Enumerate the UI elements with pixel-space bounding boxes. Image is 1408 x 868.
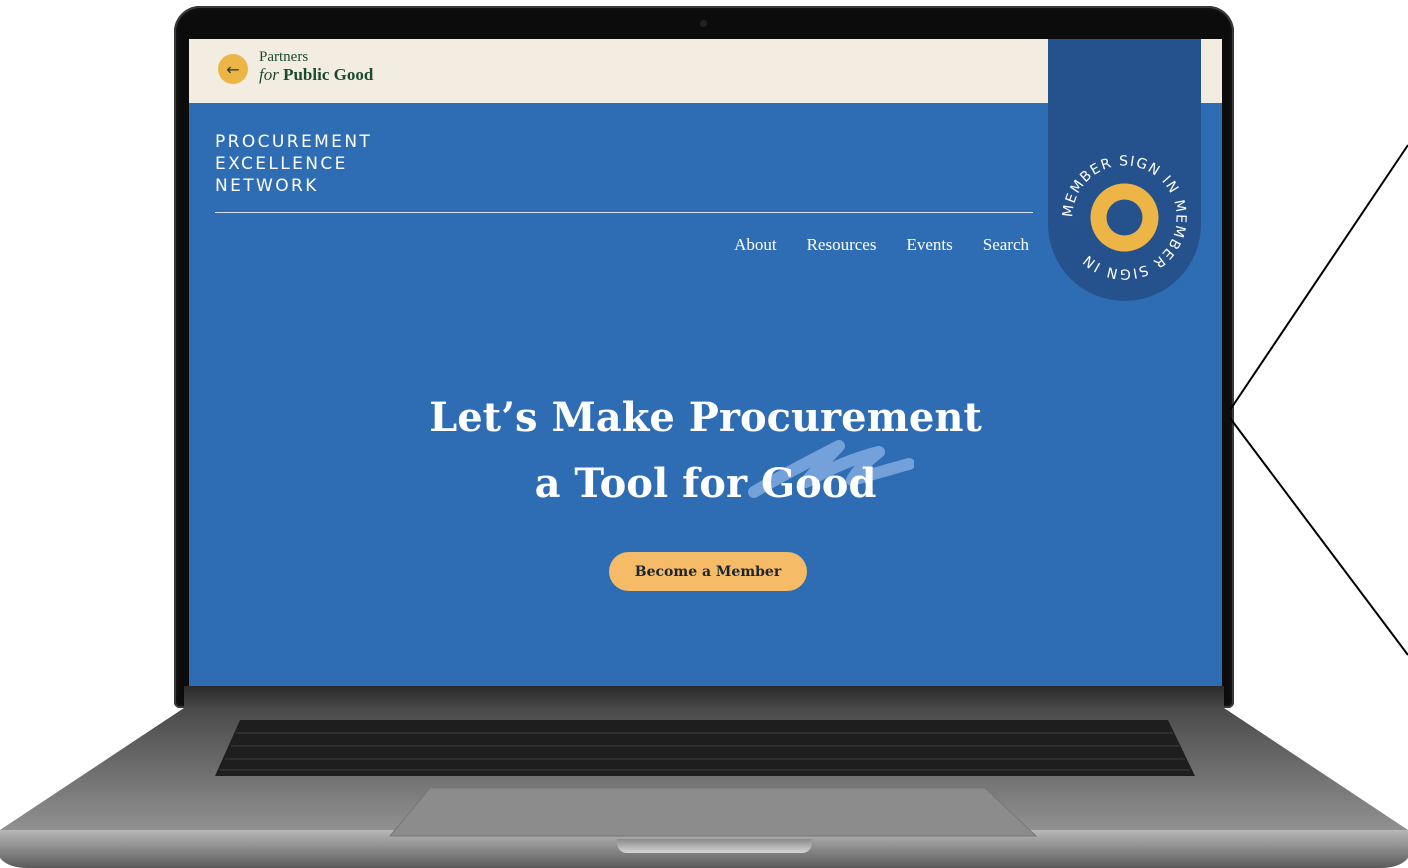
hero-line-2: a Tool for Good — [534, 460, 877, 507]
hero-line-1: Let’s Make Procurement — [429, 394, 982, 441]
hero-heading: Let’s Make Procurement a Tool for Good — [189, 385, 1222, 517]
